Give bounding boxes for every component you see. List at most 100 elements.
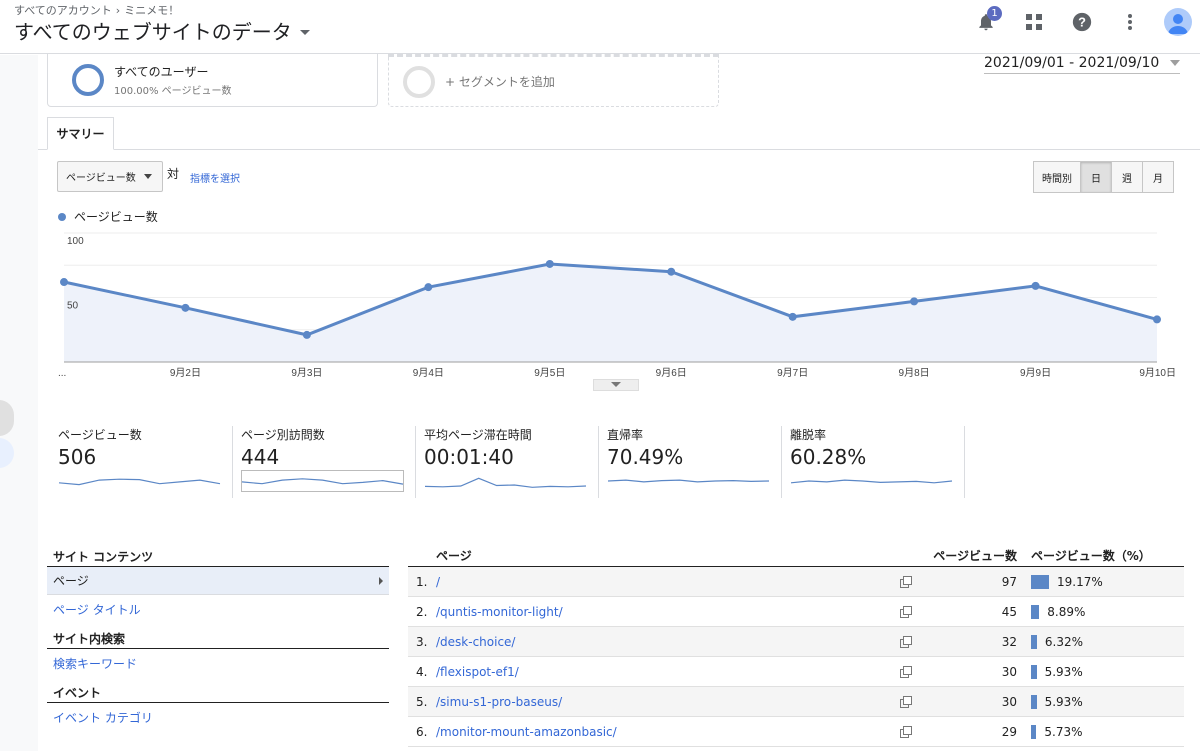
tab-summary[interactable]: サマリー: [47, 117, 114, 150]
x-tick-label: 9月3日: [291, 367, 322, 379]
metric-select[interactable]: ページビュー数: [57, 161, 163, 192]
scorecard-value: 00:01:40: [424, 445, 514, 469]
table-row[interactable]: 4. /flexispot-ef1/30 5.93%: [408, 657, 1184, 687]
scorecard-label: 離脱率: [790, 428, 827, 442]
nav-item-search-keyword[interactable]: 検索キーワード: [47, 649, 389, 677]
external-link-icon: [900, 725, 912, 738]
pct-value: 8.89%: [1047, 604, 1086, 619]
row-index: 1.: [416, 574, 428, 589]
nav-item-pages[interactable]: ページ: [47, 567, 389, 595]
gutter-handle-secondary[interactable]: [0, 438, 14, 468]
data-point[interactable]: [910, 297, 919, 306]
page-link[interactable]: /simu-s1-pro-baseus/: [436, 695, 886, 709]
chevron-down-icon: [1170, 59, 1180, 66]
avatar[interactable]: [1164, 8, 1192, 36]
date-range-picker[interactable]: 2021/09/01 - 2021/09/10: [984, 52, 1180, 74]
nav-item-label: ページ タイトル: [53, 602, 141, 617]
data-point[interactable]: [545, 259, 554, 268]
page-link[interactable]: /flexispot-ef1/: [436, 665, 886, 679]
row-index: 5.: [416, 694, 428, 709]
data-point[interactable]: [181, 303, 190, 312]
segment-card-all-users[interactable]: すべてのユーザー 100.00% ページビュー数: [47, 54, 378, 107]
segment-subtitle: 100.00% ページビュー数: [114, 86, 232, 97]
table-row[interactable]: 6. /monitor-mount-amazonbasic/29 5.73%: [408, 717, 1184, 747]
open-page-button[interactable]: [886, 635, 926, 648]
segment-name: すべてのユーザー: [114, 65, 209, 79]
data-point[interactable]: [1031, 281, 1040, 290]
scorecard-label: 直帰率: [607, 428, 644, 442]
gutter-handle[interactable]: [0, 400, 14, 436]
period-day-button[interactable]: 日: [1080, 161, 1112, 193]
page-link[interactable]: /desk-choice/: [436, 635, 886, 649]
pageviews-value: 30: [1001, 664, 1017, 679]
add-segment-card[interactable]: + セグメントを追加: [388, 54, 719, 107]
series-area: [64, 264, 1157, 362]
pct-bar: [1031, 604, 1040, 619]
period-hourly-button[interactable]: 時間別: [1033, 161, 1081, 193]
page-title: すべてのウェブサイトのデータ: [14, 20, 292, 44]
left-gutter: [0, 55, 38, 751]
data-point[interactable]: [667, 267, 676, 276]
row-index: 3.: [416, 634, 428, 649]
apps-button[interactable]: [1020, 8, 1048, 36]
help-icon: ?: [1072, 12, 1092, 32]
chart-legend: ページビュー数: [58, 208, 158, 225]
open-page-button[interactable]: [886, 695, 926, 708]
row-index: 4.: [416, 664, 428, 679]
scorecard[interactable]: ページビュー数 506: [50, 426, 233, 498]
period-month-button[interactable]: 月: [1142, 161, 1174, 193]
scorecard-sparkline: [607, 479, 770, 483]
chart-expand-button[interactable]: [593, 379, 639, 391]
nav-item-label: ページ: [53, 574, 89, 588]
open-page-button[interactable]: [886, 605, 926, 618]
page-link[interactable]: /monitor-mount-amazonbasic/: [436, 725, 886, 739]
x-tick-label: 9月8日: [899, 367, 930, 379]
notifications-button[interactable]: 1: [972, 6, 1002, 36]
table-row[interactable]: 2. /quntis-monitor-light/45 8.89%: [408, 597, 1184, 627]
open-page-button[interactable]: [886, 725, 926, 738]
pct-bar: [1031, 634, 1037, 649]
sparkline-series: [241, 478, 404, 485]
view-selector[interactable]: すべてのウェブサイトのデータ: [14, 16, 310, 45]
pageviews-chart[interactable]: 100 50... 9月2日 9月3日 9月4日 9月5日 9月6日 9月7日 9月8日 9月9日…: [0, 225, 1200, 395]
data-point[interactable]: [302, 330, 311, 339]
open-page-button[interactable]: [886, 665, 926, 678]
scorecard[interactable]: ページ別訪問数 444: [233, 426, 416, 498]
pct-bar: [1031, 724, 1037, 739]
date-range-text: 2021/09/01 - 2021/09/10: [984, 54, 1160, 71]
page-link[interactable]: /quntis-monitor-light/: [436, 605, 886, 619]
scorecard-value: 70.49%: [607, 445, 684, 469]
table-row[interactable]: 1. / 97 19.17%: [408, 567, 1184, 597]
x-tick-label: 9月7日: [777, 367, 808, 379]
scorecard[interactable]: 直帰率 70.49%: [599, 426, 782, 498]
y-tick-label: 100: [67, 236, 84, 247]
x-tick-label: 9月5日: [534, 367, 565, 379]
pageviews-value: 30: [1001, 694, 1017, 709]
more-options-button[interactable]: [1116, 8, 1144, 36]
table-row[interactable]: 5. /simu-s1-pro-baseus/30 5.93%: [408, 687, 1184, 717]
pages-table: ページ ページビュー数 ページビュー数（%） 1. / 97 19.17% 2. /qun…: [408, 545, 1184, 747]
pct-cell: 6.32%: [1021, 634, 1184, 649]
data-point[interactable]: [60, 278, 68, 287]
scorecard[interactable]: 離脱率 60.28%: [782, 426, 965, 498]
data-point[interactable]: [788, 312, 797, 321]
pct-cell: 19.17%: [1021, 574, 1184, 589]
nav-item-event-category[interactable]: イベント カテゴリ: [47, 703, 389, 731]
select-metric-link[interactable]: 指標を選択: [190, 170, 240, 185]
open-page-button[interactable]: [886, 575, 926, 588]
y-tick-label: 50: [67, 301, 79, 312]
help-button[interactable]: ?: [1068, 8, 1096, 36]
data-point[interactable]: [424, 283, 433, 292]
sparkline-series: [607, 479, 770, 483]
page-link[interactable]: /: [436, 575, 886, 589]
scorecard[interactable]: 平均ページ滞在時間 00:01:40: [416, 426, 599, 498]
nav-item-page-title[interactable]: ページ タイトル: [47, 595, 389, 623]
data-point[interactable]: [1153, 315, 1161, 324]
x-tick-label: 9月9日: [1020, 367, 1051, 379]
scorecard-label: ページ別訪問数: [241, 428, 325, 442]
table-row[interactable]: 3. /desk-choice/32 6.32%: [408, 627, 1184, 657]
nav-item-label: イベント カテゴリ: [53, 710, 153, 725]
app-header: すべてのアカウント › ミニメモ！ すべてのウェブサイトのデータ 1 ?: [0, 0, 1200, 54]
period-week-button[interactable]: 週: [1111, 161, 1143, 193]
sparkline-series: [790, 479, 953, 484]
